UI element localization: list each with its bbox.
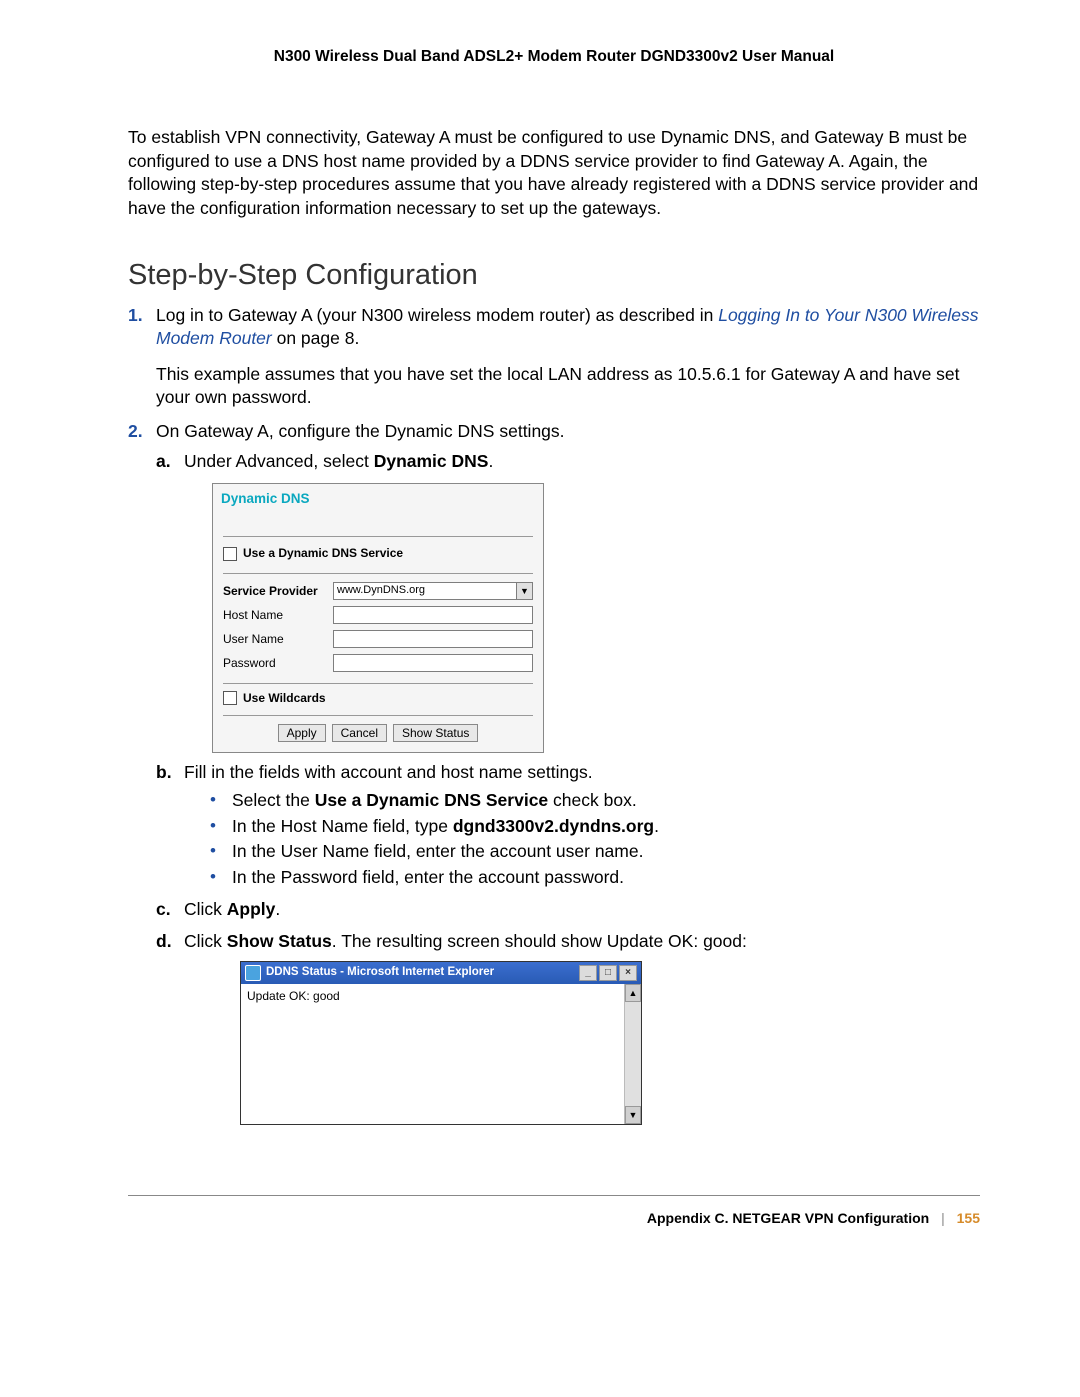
service-provider-select[interactable]: www.DynDNS.org: [333, 582, 517, 600]
step-1-number: 1.: [128, 304, 143, 328]
chevron-down-icon[interactable]: ▼: [517, 582, 533, 600]
ie-window-title: DDNS Status - Microsoft Internet Explore…: [266, 965, 577, 981]
ie-titlebar: DDNS Status - Microsoft Internet Explore…: [241, 962, 641, 984]
bullet-1: Select the Use a Dynamic DNS Service che…: [210, 788, 980, 813]
host-name-label: Host Name: [223, 607, 333, 623]
step-1: 1. Log in to Gateway A (your N300 wirele…: [128, 304, 980, 411]
step-2-text: On Gateway A, configure the Dynamic DNS …: [156, 421, 565, 441]
user-name-label: User Name: [223, 631, 333, 647]
scrollbar[interactable]: ▲ ▼: [624, 984, 641, 1124]
step-2b: b. Fill in the fields with account and h…: [156, 761, 980, 890]
step-1-text-b: on page 8.: [277, 328, 360, 348]
footer-divider: |: [941, 1210, 945, 1226]
step-2a: a. Under Advanced, select Dynamic DNS. D…: [156, 450, 980, 753]
step-2c: c. Click Apply.: [156, 898, 980, 922]
manual-header: N300 Wireless Dual Band ADSL2+ Modem Rou…: [128, 48, 980, 66]
step-2a-bold: Dynamic DNS: [374, 451, 489, 471]
step-2b-letter: b.: [156, 761, 172, 785]
step-1-text-a: Log in to Gateway A (your N300 wireless …: [156, 305, 718, 325]
bullet-3: In the User Name field, enter the accoun…: [210, 839, 980, 864]
use-ddns-label: Use a Dynamic DNS Service: [243, 545, 403, 561]
step-2-number: 2.: [128, 420, 143, 444]
dynamic-dns-title: Dynamic DNS: [213, 484, 543, 510]
host-name-input[interactable]: [333, 606, 533, 624]
ie-body-text: Update OK: good: [241, 984, 624, 1124]
use-wildcards-checkbox[interactable]: [223, 691, 237, 705]
password-input[interactable]: [333, 654, 533, 672]
ie-status-window: DDNS Status - Microsoft Internet Explore…: [240, 961, 642, 1125]
footer-rule: [128, 1195, 980, 1196]
step-2a-pre: Under Advanced, select: [184, 451, 374, 471]
step-2c-letter: c.: [156, 898, 171, 922]
close-icon[interactable]: ×: [619, 965, 637, 981]
maximize-icon[interactable]: □: [599, 965, 617, 981]
bullet-2: In the Host Name field, type dgnd3300v2.…: [210, 814, 980, 839]
minimize-icon[interactable]: _: [579, 965, 597, 981]
dynamic-dns-panel: Dynamic DNS Use a Dynamic DNS Service Se…: [212, 483, 544, 753]
step-2a-post: .: [488, 451, 493, 471]
use-ddns-checkbox[interactable]: [223, 547, 237, 561]
step-2d-letter: d.: [156, 930, 172, 954]
step-1-sub: This example assumes that you have set t…: [156, 363, 980, 410]
step-2: 2. On Gateway A, configure the Dynamic D…: [128, 420, 980, 1125]
ie-icon: [245, 965, 261, 981]
intro-paragraph: To establish VPN connectivity, Gateway A…: [128, 126, 980, 221]
show-status-button[interactable]: Show Status: [393, 724, 478, 742]
scroll-up-icon[interactable]: ▲: [625, 984, 641, 1002]
cancel-button[interactable]: Cancel: [332, 724, 387, 742]
page-footer: Appendix C. NETGEAR VPN Configuration | …: [128, 1210, 980, 1226]
service-provider-label: Service Provider: [223, 583, 333, 599]
password-label: Password: [223, 655, 333, 671]
use-wildcards-label: Use Wildcards: [243, 690, 326, 706]
page-number: 155: [957, 1210, 980, 1226]
step-2a-letter: a.: [156, 450, 171, 474]
step-2d: d. Click Show Status. The resulting scre…: [156, 930, 980, 1126]
user-name-input[interactable]: [333, 630, 533, 648]
section-heading: Step-by-Step Configuration: [128, 259, 980, 292]
footer-appendix: Appendix C. NETGEAR VPN Configuration: [647, 1210, 929, 1226]
step-2b-text: Fill in the fields with account and host…: [184, 762, 593, 782]
apply-button[interactable]: Apply: [278, 724, 326, 742]
scroll-down-icon[interactable]: ▼: [625, 1106, 641, 1124]
bullet-4: In the Password field, enter the account…: [210, 865, 980, 890]
